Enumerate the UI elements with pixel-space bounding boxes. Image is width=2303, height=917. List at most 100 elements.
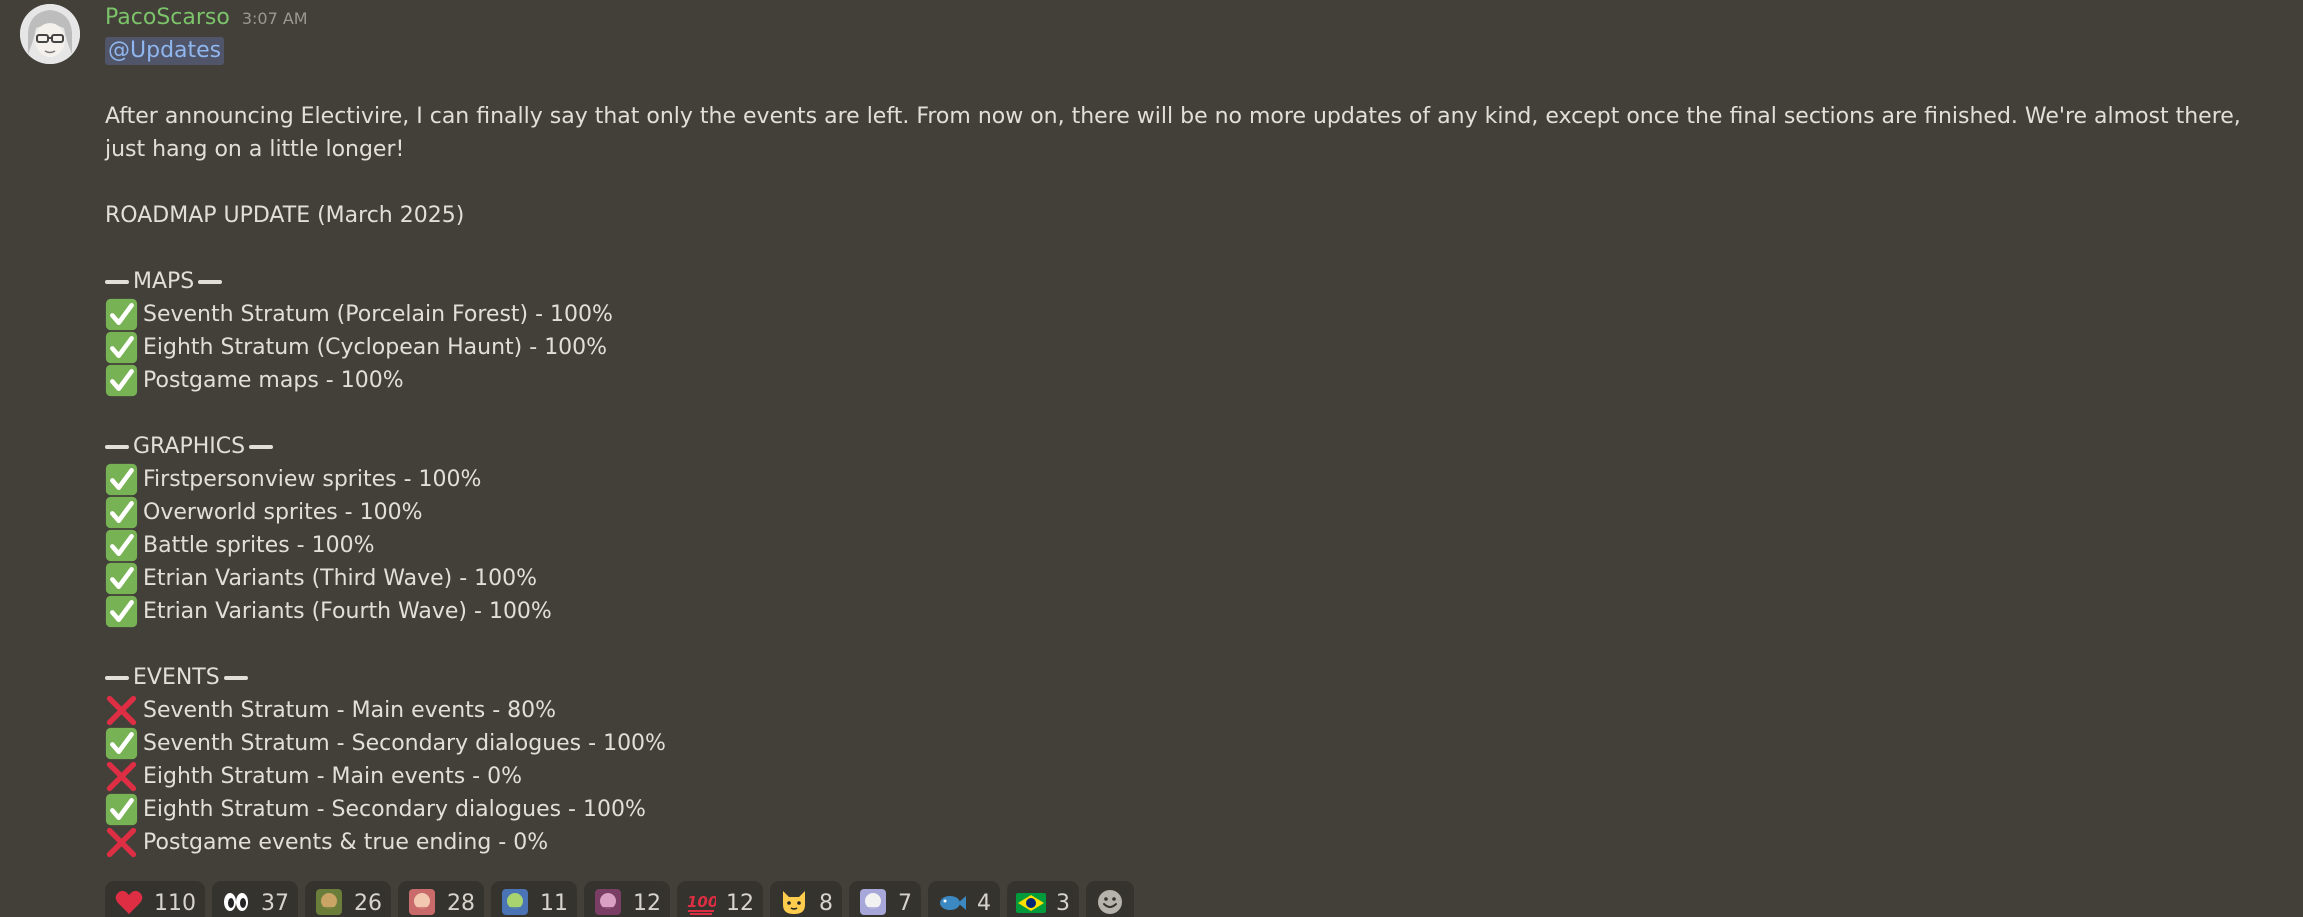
reaction-button[interactable]: 11 [491, 881, 577, 917]
roadmap-item-text: Seventh Stratum (Porcelain Forest) - 100… [143, 302, 613, 327]
dash-icon [198, 279, 223, 284]
hundred-icon: 100 [686, 887, 716, 917]
roadmap-sections: MAPS Seventh Stratum (Porcelain Forest) -… [105, 232, 2263, 859]
reaction-count: 8 [819, 891, 833, 916]
brazil-flag-icon [1016, 887, 1046, 917]
reaction-count: 28 [447, 891, 475, 916]
roadmap-item: Etrian Variants (Third Wave) - 100% [105, 562, 2263, 595]
reaction-count: 11 [540, 891, 568, 916]
roadmap-item: Battle sprites - 100% [105, 529, 2263, 562]
roadmap-item: Seventh Stratum - Secondary dialogues - … [105, 727, 2263, 760]
dash-icon [105, 675, 129, 680]
roadmap-title: ROADMAP UPDATE (March 2025) [105, 203, 465, 228]
reactions-bar: 110 37 26 28 11 12 100 12 8 7 4 3 [105, 881, 2263, 917]
avatar[interactable] [20, 4, 80, 64]
roadmap-item-text: Seventh Stratum - Main events - 80% [143, 698, 557, 723]
check-mark-icon [105, 529, 138, 562]
roadmap-item: Eighth Stratum - Secondary dialogues - 1… [105, 793, 2263, 826]
check-mark-icon [105, 562, 138, 595]
custom-emoji-icon [407, 887, 437, 917]
username[interactable]: PacoScarso [105, 5, 230, 30]
reaction-button[interactable]: 12 [584, 881, 670, 917]
reaction-count: 37 [261, 891, 289, 916]
roadmap-item-text: Postgame events & true ending - 0% [143, 830, 549, 855]
cross-mark-icon [105, 694, 138, 727]
reaction-count: 12 [726, 891, 754, 916]
reaction-button[interactable]: 3 [1007, 881, 1079, 917]
reaction-button[interactable]: 7 [849, 881, 921, 917]
message: PacoScarso 3:07 AM @Updates After announ… [0, 0, 2303, 917]
reaction-button[interactable]: 100 12 [677, 881, 763, 917]
roadmap-item-text: Etrian Variants (Fourth Wave) - 100% [143, 599, 552, 624]
cat-icon [779, 887, 809, 917]
custom-emoji-icon [858, 887, 888, 917]
custom-emoji-icon [314, 887, 344, 917]
roadmap-item: Etrian Variants (Fourth Wave) - 100% [105, 595, 2263, 628]
reaction-count: 12 [633, 891, 661, 916]
cross-mark-icon [105, 760, 138, 793]
reaction-button[interactable]: 110 [105, 881, 205, 917]
section-heading: GRAPHICS [105, 430, 2263, 463]
reaction-button[interactable]: 37 [212, 881, 298, 917]
reaction-count: 7 [898, 891, 912, 916]
mention-row: @Updates [105, 34, 2263, 67]
roadmap-item: Eighth Stratum - Main events - 0% [105, 760, 2263, 793]
add-reaction-icon [1095, 887, 1125, 917]
message-content: PacoScarso 3:07 AM @Updates After announ… [105, 0, 2263, 917]
custom-emoji-icon [593, 887, 623, 917]
eyes-icon [221, 887, 251, 917]
fish-icon [937, 887, 967, 917]
dash-icon [249, 444, 274, 449]
reaction-count: 110 [154, 891, 196, 916]
reaction-count: 26 [354, 891, 382, 916]
role-mention[interactable]: @Updates [105, 36, 225, 65]
reaction-button[interactable]: 4 [928, 881, 1000, 917]
roadmap-item-text: Firstpersonview sprites - 100% [143, 467, 482, 492]
roadmap-item-text: Postgame maps - 100% [143, 368, 404, 393]
cross-mark-icon [105, 826, 138, 859]
section-heading-label: GRAPHICS [133, 434, 246, 459]
roadmap-item: Eighth Stratum (Cyclopean Haunt) - 100% [105, 331, 2263, 364]
roadmap-item-text: Battle sprites - 100% [143, 533, 375, 558]
reaction-button[interactable]: 26 [305, 881, 391, 917]
check-mark-icon [105, 331, 138, 364]
roadmap-item-text: Eighth Stratum (Cyclopean Haunt) - 100% [143, 335, 608, 360]
dash-icon [105, 444, 129, 449]
reaction-count: 3 [1056, 891, 1070, 916]
check-mark-icon [105, 727, 138, 760]
message-header: PacoScarso 3:07 AM [105, 0, 2263, 34]
section-heading: EVENTS [105, 661, 2263, 694]
svg-text:100: 100 [687, 893, 716, 911]
roadmap-item: Postgame maps - 100% [105, 364, 2263, 397]
dash-icon [223, 675, 248, 680]
roadmap-item: Firstpersonview sprites - 100% [105, 463, 2263, 496]
message-intro: After announcing Electivire, I can final… [105, 104, 2241, 162]
reaction-button[interactable]: 28 [398, 881, 484, 917]
reaction-button[interactable]: 8 [770, 881, 842, 917]
roadmap-item-text: Etrian Variants (Third Wave) - 100% [143, 566, 538, 591]
roadmap-item-text: Eighth Stratum - Main events - 0% [143, 764, 522, 789]
check-mark-icon [105, 496, 138, 529]
roadmap-item-text: Eighth Stratum - Secondary dialogues - 1… [143, 797, 646, 822]
roadmap-item-text: Seventh Stratum - Secondary dialogues - … [143, 731, 666, 756]
check-mark-icon [105, 595, 138, 628]
check-mark-icon [105, 298, 138, 331]
timestamp[interactable]: 3:07 AM [242, 9, 308, 28]
section-heading-label: MAPS [133, 269, 195, 294]
add-reaction-button[interactable] [1086, 881, 1134, 917]
heart-icon [114, 887, 144, 917]
roadmap-item: Seventh Stratum (Porcelain Forest) - 100… [105, 298, 2263, 331]
check-mark-icon [105, 364, 138, 397]
roadmap-item-text: Overworld sprites - 100% [143, 500, 423, 525]
roadmap-item: Overworld sprites - 100% [105, 496, 2263, 529]
roadmap-item: Seventh Stratum - Main events - 80% [105, 694, 2263, 727]
check-mark-icon [105, 463, 138, 496]
custom-emoji-icon [500, 887, 530, 917]
section-heading-label: EVENTS [133, 665, 220, 690]
roadmap-item: Postgame events & true ending - 0% [105, 826, 2263, 859]
section-heading: MAPS [105, 265, 2263, 298]
